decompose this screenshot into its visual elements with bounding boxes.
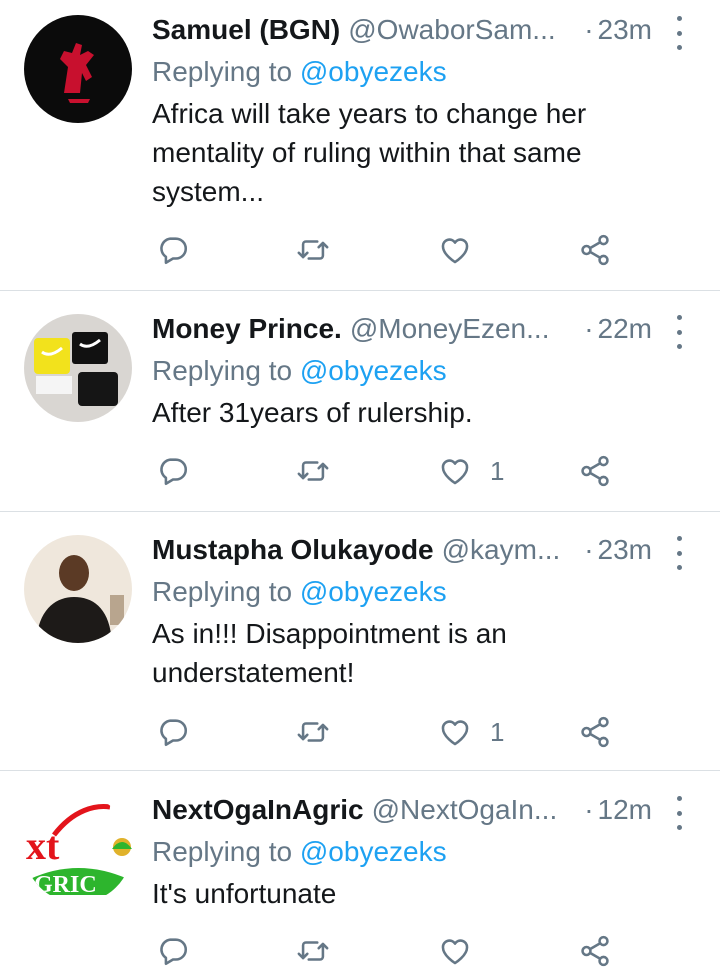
liver-bird-avatar bbox=[24, 15, 132, 123]
tweet-text: Africa will take years to change her men… bbox=[152, 98, 587, 207]
divider bbox=[0, 511, 720, 512]
timestamp[interactable]: 23m bbox=[598, 534, 652, 566]
user-handle[interactable]: @NextOgaIn... bbox=[372, 794, 577, 826]
more-vertical-icon[interactable] bbox=[666, 16, 692, 50]
divider bbox=[0, 770, 720, 771]
reply-button[interactable] bbox=[156, 931, 190, 971]
share-icon bbox=[581, 234, 609, 266]
like-button[interactable] bbox=[438, 931, 490, 971]
tweet-header: Mustapha Olukayode @kaym... · 23m bbox=[152, 528, 652, 572]
separator-dot: · bbox=[584, 794, 594, 825]
tweet-actions: 1 bbox=[152, 712, 622, 752]
tweet-text: After 31years of rulership. bbox=[152, 397, 473, 428]
timestamp[interactable]: 22m bbox=[598, 313, 652, 345]
display-name[interactable]: Mustapha Olukayode bbox=[152, 534, 434, 566]
timestamp[interactable]: 12m bbox=[598, 794, 652, 826]
tweet-text: As in!!! Disappointment is an understate… bbox=[152, 618, 507, 688]
agric-logo-avatar: xt GRIC bbox=[24, 795, 132, 903]
tweet-3[interactable]: Mustapha Olukayode @kaym... · 23m Replyi… bbox=[0, 528, 720, 770]
like-button[interactable]: 1 bbox=[438, 451, 504, 491]
timestamp[interactable]: 23m bbox=[598, 14, 652, 46]
avatar[interactable]: xt GRIC bbox=[24, 795, 132, 903]
mention-link[interactable]: @obyezeks bbox=[300, 836, 447, 867]
tweet-actions bbox=[152, 230, 622, 270]
heart-icon bbox=[441, 459, 469, 485]
reply-button[interactable] bbox=[156, 712, 190, 752]
more-vertical-icon[interactable] bbox=[666, 315, 692, 349]
mention-link[interactable]: @obyezeks bbox=[300, 576, 447, 607]
mention-link[interactable]: @obyezeks bbox=[300, 355, 447, 386]
reply-button[interactable] bbox=[156, 230, 190, 270]
display-name[interactable]: NextOgaInAgric bbox=[152, 794, 364, 826]
tweet-4[interactable]: xt GRIC NextOgaInAgric @NextOgaIn... · 1… bbox=[0, 788, 720, 967]
tweet-actions bbox=[152, 931, 622, 971]
share-button[interactable] bbox=[578, 931, 612, 971]
share-button[interactable] bbox=[578, 230, 612, 270]
divider bbox=[0, 290, 720, 291]
tweet-2[interactable]: Money Prince. @MoneyEzen... · 22m Replyi… bbox=[0, 307, 720, 511]
retweet-button[interactable] bbox=[296, 712, 330, 752]
reply-icon bbox=[160, 237, 188, 265]
user-handle[interactable]: @MoneyEzen... bbox=[350, 313, 576, 345]
retweet-button[interactable] bbox=[296, 230, 330, 270]
logo-text-bottom: GRIC bbox=[34, 872, 97, 898]
like-count: 1 bbox=[490, 716, 505, 747]
avatar[interactable] bbox=[24, 15, 132, 123]
tweet-header: Samuel (BGN) @OwaborSam... · 23m bbox=[152, 8, 652, 52]
display-name[interactable]: Money Prince. bbox=[152, 313, 342, 345]
replying-to-label: Replying to bbox=[152, 56, 300, 87]
reply-icon bbox=[160, 938, 188, 966]
share-icon bbox=[581, 935, 609, 967]
share-icon bbox=[581, 455, 609, 487]
avatar[interactable] bbox=[24, 314, 132, 422]
like-count: 1 bbox=[490, 455, 505, 486]
retweet-button[interactable] bbox=[296, 451, 330, 491]
heart-icon bbox=[441, 720, 469, 746]
display-name[interactable]: Samuel (BGN) bbox=[152, 14, 340, 46]
heart-icon bbox=[441, 939, 469, 965]
replying-to: Replying to @obyezeks bbox=[152, 351, 447, 391]
tweet-1[interactable]: Samuel (BGN) @OwaborSam... · 23m Replyin… bbox=[0, 8, 720, 290]
replying-to: Replying to @obyezeks bbox=[152, 832, 447, 872]
retweet-button[interactable] bbox=[296, 931, 330, 971]
reply-feed: Samuel (BGN) @OwaborSam... · 23m Replyin… bbox=[0, 0, 720, 967]
profile-photo-avatar bbox=[24, 535, 132, 643]
user-handle[interactable]: @OwaborSam... bbox=[348, 14, 576, 46]
tweet-header: NextOgaInAgric @NextOgaIn... · 12m bbox=[152, 788, 652, 832]
mention-link[interactable]: @obyezeks bbox=[300, 56, 447, 87]
separator-dot: · bbox=[584, 534, 594, 565]
avatar[interactable] bbox=[24, 535, 132, 643]
retweet-icon bbox=[297, 941, 329, 961]
share-icon bbox=[581, 716, 609, 748]
like-button[interactable] bbox=[438, 230, 490, 270]
tweet-text: It's unfortunate bbox=[152, 878, 337, 909]
more-vertical-icon[interactable] bbox=[666, 796, 692, 830]
user-handle[interactable]: @kaym... bbox=[442, 534, 577, 566]
retweet-icon bbox=[297, 722, 329, 742]
more-vertical-icon[interactable] bbox=[666, 536, 692, 570]
replying-to-label: Replying to bbox=[152, 576, 300, 607]
replying-to-label: Replying to bbox=[152, 836, 300, 867]
share-button[interactable] bbox=[578, 712, 612, 752]
reply-icon bbox=[160, 719, 188, 747]
replying-to: Replying to @obyezeks bbox=[152, 572, 447, 612]
logo-text-top: xt bbox=[26, 823, 60, 868]
reply-icon bbox=[160, 458, 188, 486]
tweet-actions: 1 bbox=[152, 451, 622, 491]
heart-icon bbox=[441, 238, 469, 264]
replying-to: Replying to @obyezeks bbox=[152, 52, 447, 92]
tweet-header: Money Prince. @MoneyEzen... · 22m bbox=[152, 307, 652, 351]
clothing-avatar bbox=[24, 314, 132, 422]
reply-button[interactable] bbox=[156, 451, 190, 491]
like-button[interactable]: 1 bbox=[438, 712, 504, 752]
share-button[interactable] bbox=[578, 451, 612, 491]
replying-to-label: Replying to bbox=[152, 355, 300, 386]
separator-dot: · bbox=[584, 14, 594, 45]
retweet-icon bbox=[297, 240, 329, 260]
retweet-icon bbox=[297, 461, 329, 481]
separator-dot: · bbox=[584, 313, 594, 344]
